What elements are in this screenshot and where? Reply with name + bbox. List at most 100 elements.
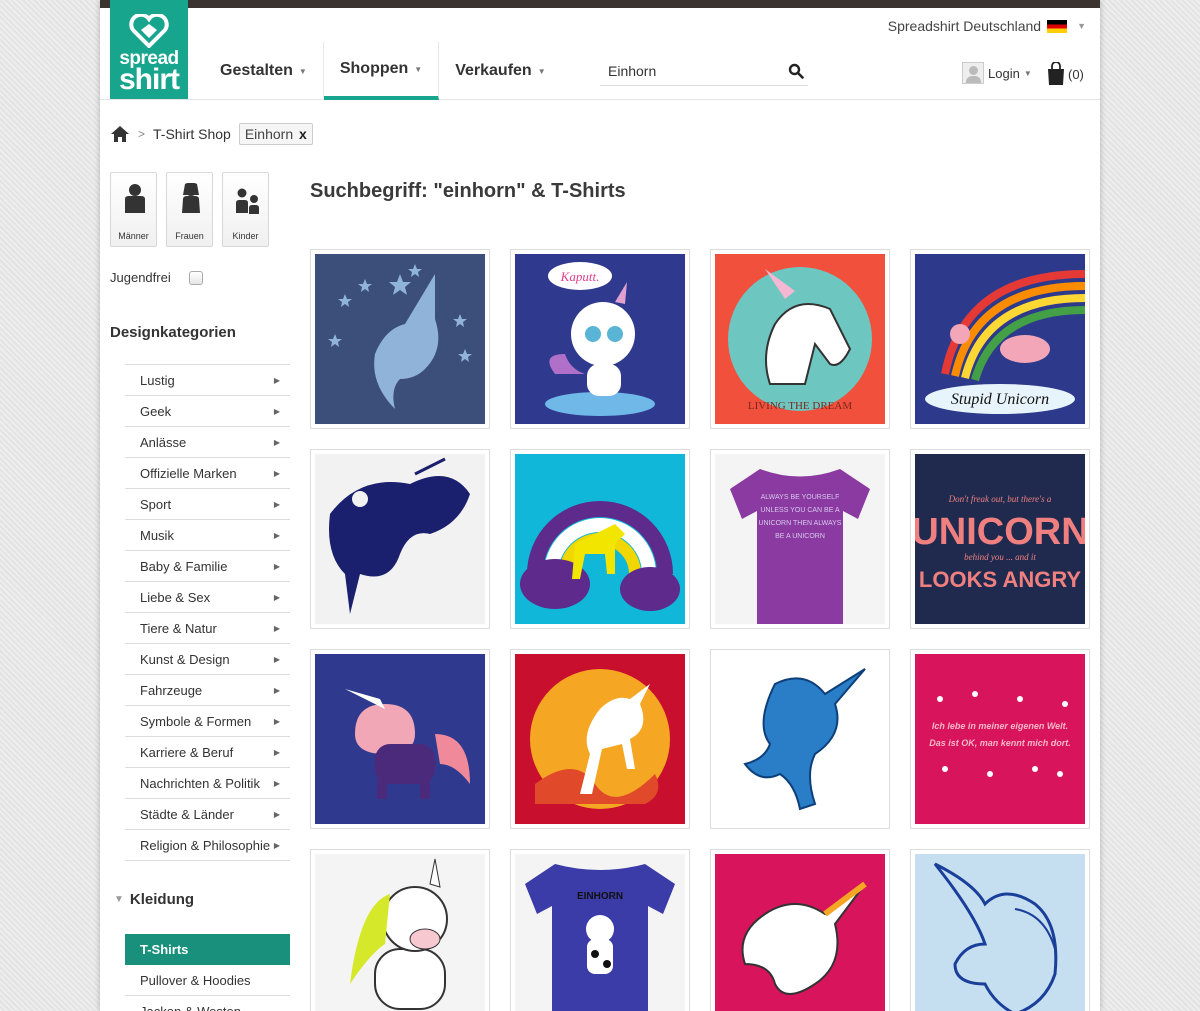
product-card[interactable]: EINHORN: [510, 849, 690, 1011]
category-item[interactable]: Städte & Länder ▶: [125, 799, 290, 830]
chevron-right-icon: ▶: [273, 592, 280, 602]
blue-unicorn-outline-image: [915, 854, 1085, 1011]
clothing-title: Kleidung: [129, 891, 195, 908]
spreadshirt-logo[interactable]: spread shirt: [110, 0, 188, 99]
product-card[interactable]: Stupid Unicorn: [910, 249, 1090, 429]
einhorn-cow-shirt-image: EINHORN: [515, 854, 685, 1011]
product-card[interactable]: Don't freak out, but there's a UNICORN b…: [910, 449, 1090, 629]
clothing-section-toggle[interactable]: ▼ Kleidung: [114, 891, 194, 908]
jugendfrei-checkbox[interactable]: [188, 270, 203, 285]
chevron-right-icon: ▶: [273, 778, 280, 788]
category-label: Sport: [140, 496, 172, 512]
product-card[interactable]: [910, 849, 1090, 1011]
search-filter-tag: Einhorn x: [238, 123, 313, 145]
category-item[interactable]: Liebe & Sex ▶: [125, 582, 290, 613]
category-label: Musik: [140, 527, 174, 543]
product-card[interactable]: [310, 649, 490, 829]
chevron-right-icon: ▶: [273, 716, 280, 726]
clothing-item[interactable]: T-Shirts: [125, 934, 290, 965]
category-item[interactable]: Symbole & Formen ▶: [125, 706, 290, 737]
cart-button[interactable]: (0): [1046, 62, 1084, 86]
chevron-right-icon: ▶: [273, 809, 280, 819]
gender-kids-button[interactable]: Kinder: [222, 172, 269, 247]
country-selector[interactable]: Spreadshirt Deutschland ▼: [888, 18, 1086, 34]
chevron-down-icon: ▼: [298, 66, 307, 76]
product-card[interactable]: [510, 449, 690, 629]
category-label: Fahrzeuge: [140, 682, 203, 698]
nav-shoppen[interactable]: Shoppen ▼: [323, 42, 440, 100]
jugendfrei-filter: Jugendfrei: [110, 270, 203, 285]
product-card[interactable]: [310, 449, 490, 629]
chevron-right-icon: ▶: [273, 685, 280, 695]
product-text: Kaputt.: [560, 269, 600, 284]
breadcrumb-separator: >: [138, 127, 146, 141]
white-unicorn-head-image: [715, 854, 885, 1011]
product-text-line: UNLESS YOU CAN BE A: [760, 507, 840, 514]
chevron-right-icon: ▶: [273, 437, 280, 447]
product-card[interactable]: Ich lebe in meiner eigenen Welt. Das ist…: [910, 649, 1090, 829]
chevron-down-icon: ▼: [1077, 21, 1086, 31]
category-item[interactable]: Offizielle Marken ▶: [125, 458, 290, 489]
nav-gestalten[interactable]: Gestalten ▼: [204, 42, 324, 100]
gender-men-button[interactable]: Männer: [110, 172, 157, 247]
category-item[interactable]: Sport ▶: [125, 489, 290, 520]
nav-verkaufen[interactable]: Verkaufen ▼: [439, 42, 561, 100]
rainbow-unicorn-image: [515, 454, 685, 624]
login-menu[interactable]: Login ▼: [962, 62, 1032, 84]
stupid-unicorn-image: Stupid Unicorn: [915, 254, 1085, 424]
heart-logo-icon: [129, 14, 169, 48]
chevron-down-icon: ▼: [537, 66, 546, 76]
product-card[interactable]: [710, 649, 890, 829]
category-item[interactable]: Kunst & Design ▶: [125, 644, 290, 675]
category-label: Tiere & Natur: [140, 620, 217, 636]
category-label: Karriere & Beruf: [140, 744, 234, 760]
category-label: Nachrichten & Politik: [140, 775, 260, 791]
purple-pony-unicorn-image: [315, 654, 485, 824]
product-card[interactable]: [310, 249, 490, 429]
cart-count: (0): [1068, 66, 1084, 82]
tribal-blue-unicorn-image: [715, 654, 885, 824]
category-item[interactable]: Geek ▶: [125, 396, 290, 427]
chevron-right-icon: ▶: [273, 406, 280, 416]
living-the-dream-unicorn-image: LIVING THE DREAM: [715, 254, 885, 424]
woman-icon: [182, 183, 200, 213]
clothing-item[interactable]: Pullover & Hoodies: [125, 965, 290, 996]
product-card[interactable]: [710, 849, 890, 1011]
cartoon-unicorn-yellow-mane-image: [315, 854, 485, 1011]
nav-gestalten-label: Gestalten: [220, 62, 293, 79]
product-card[interactable]: LIVING THE DREAM: [710, 249, 890, 429]
eigene-welt-unicorns-image: Ich lebe in meiner eigenen Welt. Das ist…: [915, 654, 1085, 824]
category-label: Anlässe: [140, 434, 187, 450]
chevron-right-icon: ▶: [273, 561, 280, 571]
rearing-unicorn-sun-image: [515, 654, 685, 824]
home-icon[interactable]: [110, 125, 130, 143]
gender-women-button[interactable]: Frauen: [166, 172, 213, 247]
product-text-line: BE A UNICORN: [775, 533, 825, 540]
product-card[interactable]: [510, 649, 690, 829]
category-item[interactable]: Tiere & Natur ▶: [125, 613, 290, 644]
chevron-right-icon: ▶: [273, 747, 280, 757]
unicorn-looks-angry-image: Don't freak out, but there's a UNICORN b…: [915, 454, 1085, 624]
category-item[interactable]: Anlässe ▶: [125, 427, 290, 458]
product-text: EINHORN: [577, 891, 623, 902]
category-item[interactable]: Nachrichten & Politik ▶: [125, 768, 290, 799]
filter-tag-label: Einhorn: [244, 126, 294, 142]
category-item[interactable]: Baby & Familie ▶: [125, 551, 290, 582]
category-item[interactable]: Fahrzeuge ▶: [125, 675, 290, 706]
search-input[interactable]: [600, 62, 770, 79]
product-text-line: Das ist OK, man kennt mich dort.: [929, 738, 1071, 748]
product-card[interactable]: Kaputt.: [510, 249, 690, 429]
clothing-item[interactable]: Jacken & Westen: [125, 996, 290, 1011]
search-icon[interactable]: [788, 63, 804, 79]
gender-women-label: Frauen: [175, 231, 204, 241]
remove-filter-button[interactable]: x: [299, 126, 307, 142]
category-item[interactable]: Musik ▶: [125, 520, 290, 551]
category-item[interactable]: Religion & Philosophie ▶: [125, 830, 290, 861]
category-item[interactable]: Lustig ▶: [125, 365, 290, 396]
breadcrumb-tshirt-shop[interactable]: T-Shirt Shop: [153, 126, 231, 142]
product-card[interactable]: [310, 849, 490, 1011]
product-text: ALWAYS BE YOURSELF: [761, 494, 840, 501]
product-text-line: LOOKS ANGRY: [919, 567, 1081, 592]
product-card[interactable]: ALWAYS BE YOURSELF UNLESS YOU CAN BE A U…: [710, 449, 890, 629]
category-item[interactable]: Karriere & Beruf ▶: [125, 737, 290, 768]
